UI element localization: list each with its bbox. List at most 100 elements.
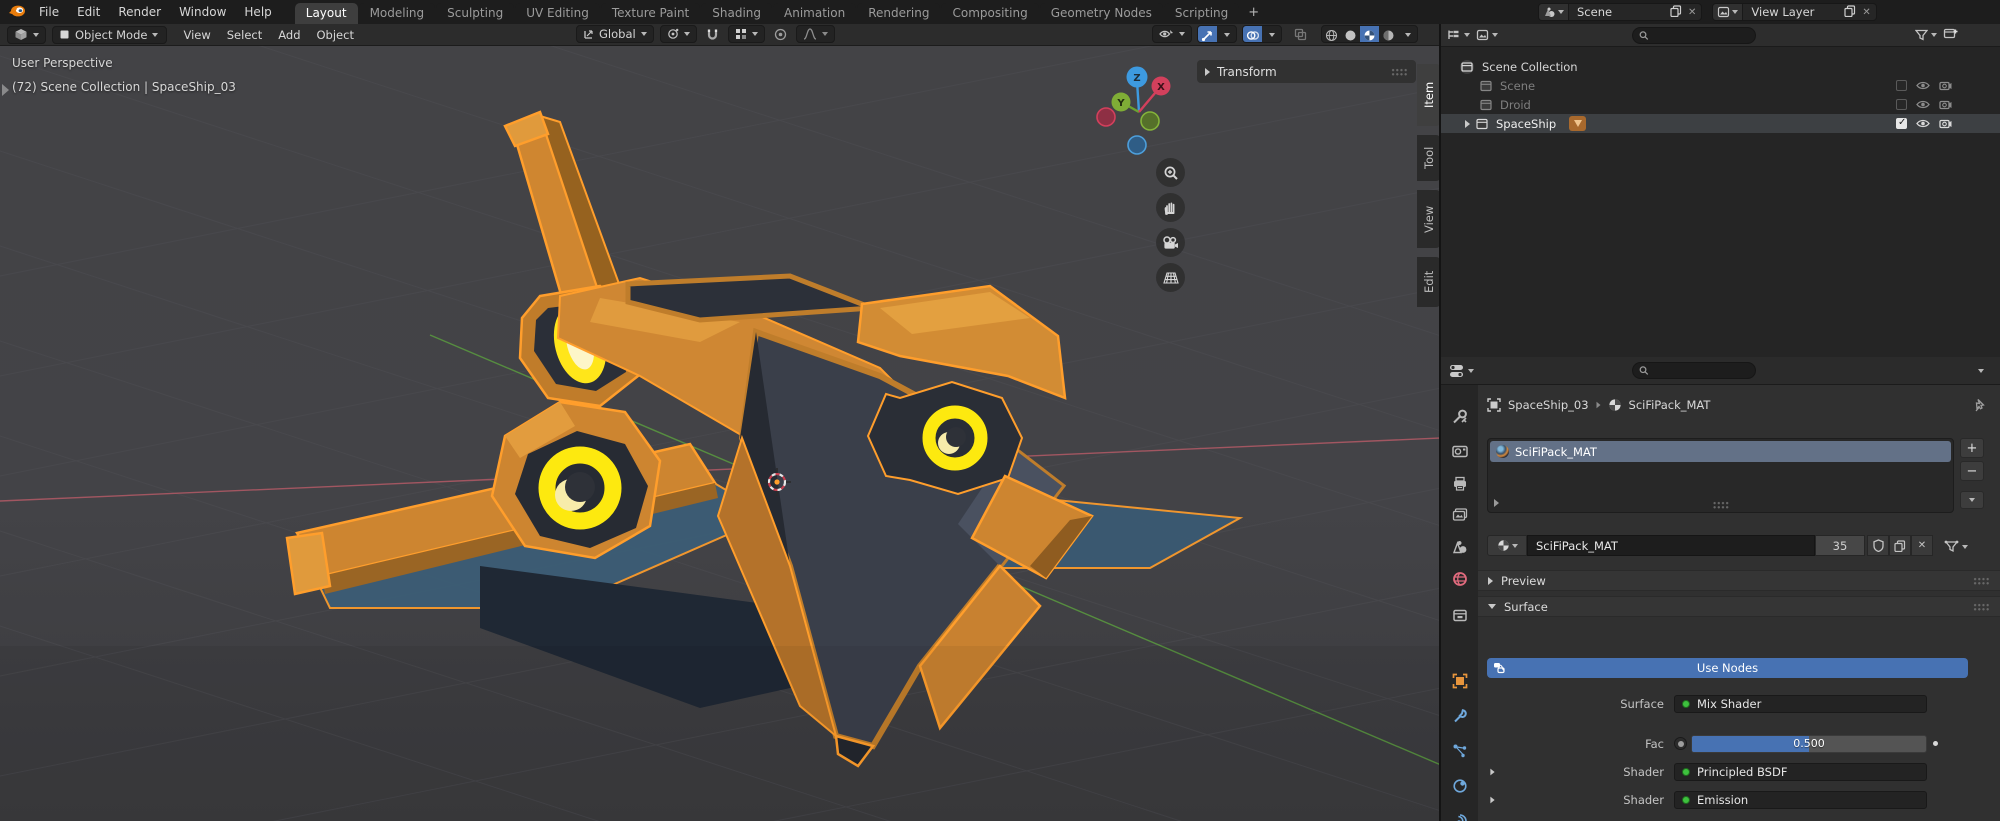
tab-constraints-icon[interactable] [1444,807,1475,821]
slot-specials-dropdown[interactable] [1960,491,1984,509]
disable-render-camera-icon[interactable] [1939,118,1952,129]
surface-shader-field[interactable]: Mix Shader [1674,695,1927,713]
zoom-view-button[interactable] [1156,158,1185,187]
breadcrumb-object[interactable]: SpaceShip_03 [1508,398,1589,412]
scene-unlink-icon[interactable]: ✕ [1688,7,1696,18]
surface-section-header[interactable]: Surface [1478,596,2000,617]
toggle-perspective-button[interactable] [1156,263,1185,292]
tab-tool-icon[interactable] [1444,403,1475,431]
editor-type-button[interactable] [7,26,46,44]
tab-scene-icon[interactable] [1444,533,1475,561]
exclude-checkbox[interactable] [1896,80,1907,91]
tab-geometry-nodes[interactable]: Geometry Nodes [1040,3,1163,24]
fake-user-shield-button[interactable] [1867,535,1889,556]
unlink-material-button[interactable]: ✕ [1911,535,1933,556]
outliner-filter-id-dropdown[interactable] [1476,29,1498,41]
expand-icon[interactable] [1490,768,1494,775]
properties-search[interactable] [1632,362,1756,379]
shading-wireframe-button[interactable] [1322,26,1341,43]
overlays-dropdown[interactable] [1262,26,1281,43]
tab-sculpting[interactable]: Sculpting [436,3,514,24]
tab-modifiers-icon[interactable] [1444,702,1475,730]
camera-view-button[interactable] [1156,228,1185,257]
scene-browse-button[interactable] [1539,4,1569,20]
view-layer-copy-icon[interactable] [1844,5,1856,20]
view-layer-browse-button[interactable] [1713,4,1743,20]
remove-slot-button[interactable]: − [1960,461,1984,481]
shading-solid-button[interactable] [1341,26,1360,43]
tab-collection-icon[interactable] [1444,601,1475,629]
preview-section-header[interactable]: Preview [1478,570,2000,591]
users-count-button[interactable]: 35 [1815,535,1865,556]
material-nodetree-filter-dropdown[interactable] [1944,536,1968,557]
tab-particles-icon[interactable] [1444,737,1475,765]
add-slot-button[interactable]: + [1960,438,1984,458]
tab-uv-editing[interactable]: UV Editing [515,3,600,24]
viewport-canvas[interactable] [0,46,1441,821]
pivot-point-dropdown[interactable] [660,25,697,43]
tab-render-icon[interactable] [1444,437,1475,465]
hide-viewport-eye-icon[interactable] [1916,80,1930,91]
pin-icon[interactable] [1973,398,1986,415]
tab-scripting[interactable]: Scripting [1164,3,1239,24]
outliner-row-scene[interactable]: Scene [1441,76,2000,95]
slot-list-expand-icon[interactable] [1494,499,1499,507]
tab-rendering[interactable]: Rendering [857,3,940,24]
toolbar-expand-arrow[interactable] [2,84,9,96]
outliner-row-droid[interactable]: Droid [1441,95,2000,114]
sidebar-tab-edit[interactable]: Edit [1417,257,1441,307]
menu-object[interactable]: Object [309,28,362,42]
slot-list-resize-grip[interactable] [1712,501,1729,509]
shading-rendered-button[interactable] [1379,26,1398,43]
fac-slider[interactable]: 0.500 [1691,735,1927,753]
new-material-copy-button[interactable] [1889,535,1911,556]
panel-grip-icon[interactable] [1973,577,1990,585]
mode-dropdown[interactable]: Object Mode [52,26,167,44]
show-overlays-toggle[interactable] [1243,26,1262,43]
shader1-field[interactable]: Principled BSDF [1674,763,1927,781]
tab-object-icon[interactable] [1444,667,1475,695]
outliner-search-input[interactable] [1653,29,1749,41]
add-workspace-button[interactable]: + [1240,2,1267,24]
shading-material-button[interactable] [1360,26,1379,43]
tab-physics-icon[interactable] [1444,772,1475,800]
tab-shading[interactable]: Shading [701,3,772,24]
properties-editor-type-button[interactable] [1449,364,1474,378]
object-visibility-dropdown[interactable] [1152,25,1192,43]
menu-help[interactable]: Help [235,0,280,24]
sidebar-tab-tool[interactable]: Tool [1417,135,1441,181]
menu-window[interactable]: Window [170,0,235,24]
hide-viewport-eye-icon[interactable] [1916,118,1930,129]
menu-select[interactable]: Select [219,28,270,42]
snap-target-dropdown[interactable] [728,25,765,43]
sidebar-tab-view[interactable]: View [1417,190,1441,248]
menu-render[interactable]: Render [109,0,170,24]
new-collection-button[interactable] [1943,27,1958,43]
fac-socket-icon[interactable] [1674,737,1687,750]
view-layer-remove-icon[interactable]: ✕ [1862,7,1870,18]
use-nodes-button[interactable]: Use Nodes [1487,658,1968,678]
sidebar-tab-item[interactable]: Item [1417,64,1441,126]
tab-modeling[interactable]: Modeling [359,3,436,24]
transform-orientation-dropdown[interactable]: Global [576,25,654,43]
shading-dropdown[interactable] [1398,26,1417,43]
material-name-field[interactable]: SciFiPack_MAT [1527,535,1815,556]
xray-toggle[interactable] [1291,25,1310,43]
snap-toggle[interactable] [703,25,722,43]
proportional-editing-toggle[interactable] [771,25,790,43]
tab-texture-paint[interactable]: Texture Paint [601,3,700,24]
shader2-field[interactable]: Emission [1674,791,1927,809]
menu-add[interactable]: Add [270,28,308,42]
hide-viewport-eye-icon[interactable] [1916,99,1930,110]
tab-animation[interactable]: Animation [773,3,856,24]
transform-panel-header[interactable]: Transform [1197,60,1416,83]
navigation-gizmo[interactable]: Z X Y [1085,59,1195,169]
scene-new-copy-icon[interactable] [1670,5,1682,20]
gizmos-dropdown[interactable] [1217,26,1236,43]
properties-options-dropdown[interactable] [1978,369,1984,373]
scene-name[interactable]: Scene [1569,5,1665,19]
view-layer-name[interactable]: View Layer [1743,5,1839,19]
exclude-checkbox[interactable] [1896,118,1907,129]
properties-search-input[interactable] [1653,365,1749,377]
browse-material-dropdown[interactable] [1487,535,1527,556]
